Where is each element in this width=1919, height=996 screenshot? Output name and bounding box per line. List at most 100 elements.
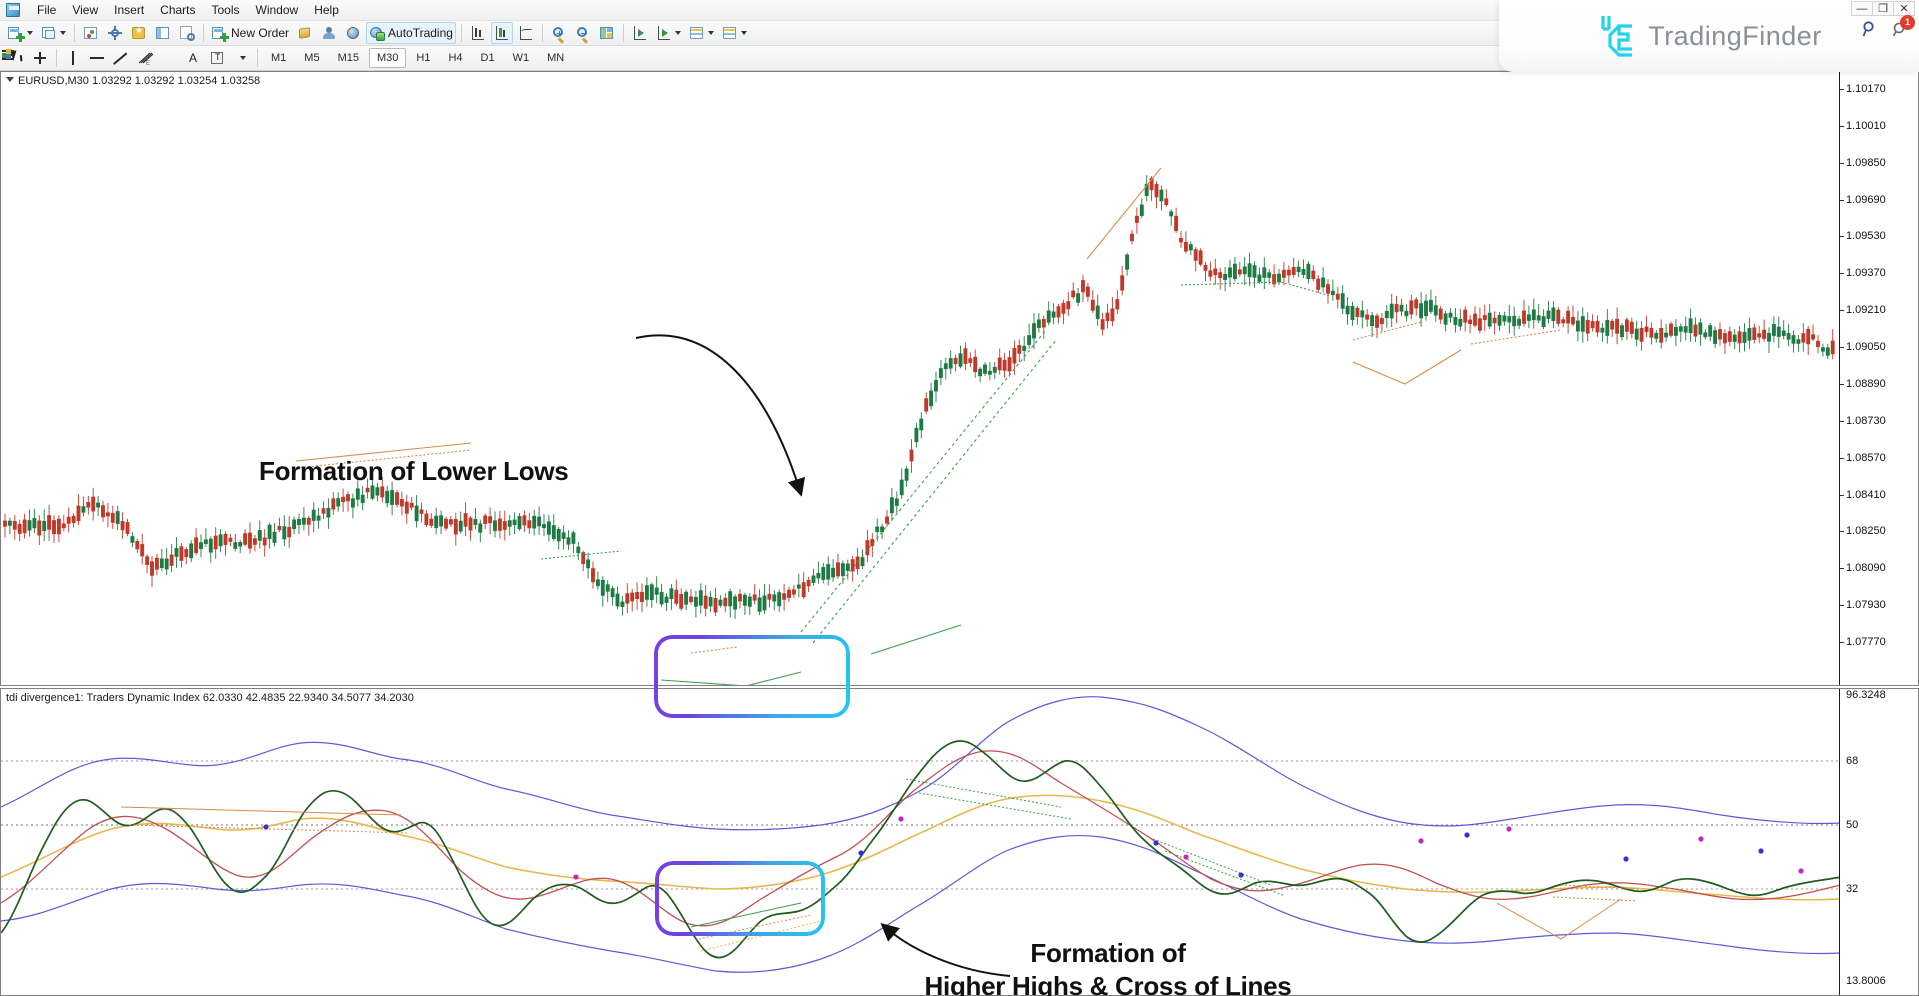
timeframe-mn[interactable]: MN [539,48,572,68]
new-order-button[interactable]: New Order [209,22,292,44]
annotation-higher-highs: Formation of Higher Highs & Cross of Lin… [915,937,1301,996]
autotrading-button[interactable]: AutoTrading [366,22,456,44]
search-icon[interactable] [1861,20,1879,38]
menu-item-help[interactable]: Help [306,0,347,20]
zoom-doc-button[interactable] [176,22,198,44]
templates-button[interactable] [719,22,750,44]
menu-item-tools[interactable]: Tools [204,0,248,20]
equidistant-channel-tool[interactable] [158,47,180,69]
restore-button[interactable]: ❐ [1872,1,1894,16]
price-tick-mark [1840,384,1844,385]
price-tick-label: 1.07930 [1846,599,1886,611]
text-label-tool[interactable] [206,47,228,69]
auto-scroll-button[interactable] [653,22,684,44]
menu-item-charts[interactable]: Charts [152,0,203,20]
price-y-axis[interactable]: 1.101701.100101.098501.096901.095301.093… [1839,72,1918,685]
menu-item-insert[interactable]: Insert [106,0,152,20]
bar-chart-icon [470,25,486,41]
zoom-in-button[interactable] [548,22,570,44]
metatrader-window: File View Insert Charts Tools Window Hel… [0,0,1919,996]
chart-shift-button[interactable] [629,22,651,44]
data-window-button[interactable] [152,22,174,44]
templates-icon [722,25,738,41]
timeframe-h4[interactable]: H4 [440,48,470,68]
indicator-pane-label: tdi divergence1: Traders Dynamic Index 6… [6,692,414,704]
horizontal-line-tool[interactable] [86,47,108,69]
auto-scroll-icon [656,25,672,41]
indicator-tick-label: 50 [1846,819,1858,831]
timeframe-m30[interactable]: M30 [369,48,406,68]
crosshair-tool[interactable] [29,47,51,69]
price-chart-pane[interactable]: EURUSD,M30 1.03292 1.03292 1.03254 1.032… [0,71,1919,686]
alert-count-badge: 1 [1900,15,1915,30]
favorites-button[interactable] [128,22,150,44]
price-tick-label: 1.09210 [1846,304,1886,316]
line-chart-icon [518,25,534,41]
alert-icon[interactable]: 1 [1891,20,1909,38]
toolbar-separator [623,24,624,42]
menu-item-window[interactable]: Window [248,0,307,20]
vertical-line-tool[interactable] [62,47,84,69]
timeframe-m5[interactable]: M5 [296,48,327,68]
zoom-out-button[interactable] [572,22,594,44]
menu-item-file[interactable]: File [29,0,64,20]
chevron-down-icon [708,31,714,35]
new-chart-button[interactable] [5,22,36,44]
menu-item-view[interactable]: View [64,0,106,20]
top-right-icons: 1 [1861,20,1909,38]
grid-button[interactable] [686,22,717,44]
price-tick-label: 1.08730 [1846,415,1886,427]
price-tick-mark [1840,531,1844,532]
price-pane-label: EURUSD,M30 1.03292 1.03292 1.03254 1.032… [6,75,260,87]
trendline-icon [113,50,129,66]
timeframe-h1[interactable]: H1 [408,48,438,68]
price-tick-label: 1.09690 [1846,194,1886,206]
collapse-icon[interactable] [6,77,14,82]
minimize-button[interactable]: — [1851,1,1873,16]
candlestick-chart-button[interactable] [491,22,513,44]
chart-shift-icon [632,25,648,41]
tile-windows-button[interactable] [596,22,618,44]
crosshair-icon [32,50,48,66]
trendline-tool[interactable] [110,47,132,69]
diamond-icon [297,25,313,41]
toolbar-separator [74,24,75,42]
line-chart-button[interactable] [515,22,537,44]
price-tick-label: 1.08090 [1846,562,1886,574]
profiles-button[interactable] [38,22,69,44]
chevron-down-icon [240,56,246,60]
chevron-down-icon [741,31,747,35]
indicator-y-axis[interactable]: 96.324868503213.8006 [1839,689,1918,995]
text-tool[interactable]: A [182,47,204,69]
timeframe-m1[interactable]: M1 [263,48,294,68]
tradingfinder-logo-icon [1596,13,1638,59]
timeframe-w1[interactable]: W1 [505,48,538,68]
price-tick-label: 1.09370 [1846,267,1886,279]
app-logo-icon [3,1,25,19]
indicators-button[interactable] [80,22,102,44]
timeframe-m15[interactable]: M15 [330,48,367,68]
terminal-button[interactable] [318,22,340,44]
market-watch-button[interactable] [342,22,364,44]
bar-chart-button[interactable] [467,22,489,44]
timeframe-d1[interactable]: D1 [473,48,503,68]
annotation-higher-highs-line2: Higher Highs & Cross of Lines [915,970,1301,996]
toolbar-separator [542,24,543,42]
price-tick-mark [1840,236,1844,237]
magnifier-doc-icon [179,25,195,41]
price-candles [1,72,1839,685]
objects-tool[interactable] [230,47,252,69]
new-chart-icon [8,25,24,41]
price-tick-mark [1840,421,1844,422]
window-profiles-icon [41,25,57,41]
price-tick-mark [1840,310,1844,311]
fibonacci-icon: E [137,50,153,66]
expert-advisors-button[interactable] [294,22,316,44]
price-tick-label: 1.10010 [1846,120,1886,132]
tile-windows-icon [599,25,615,41]
crosshair-button[interactable] [104,22,126,44]
price-tick-label: 1.08250 [1846,525,1886,537]
zoom-out-icon [575,25,591,41]
close-button[interactable]: ✕ [1893,1,1915,16]
fibonacci-tool[interactable]: E [134,47,156,69]
